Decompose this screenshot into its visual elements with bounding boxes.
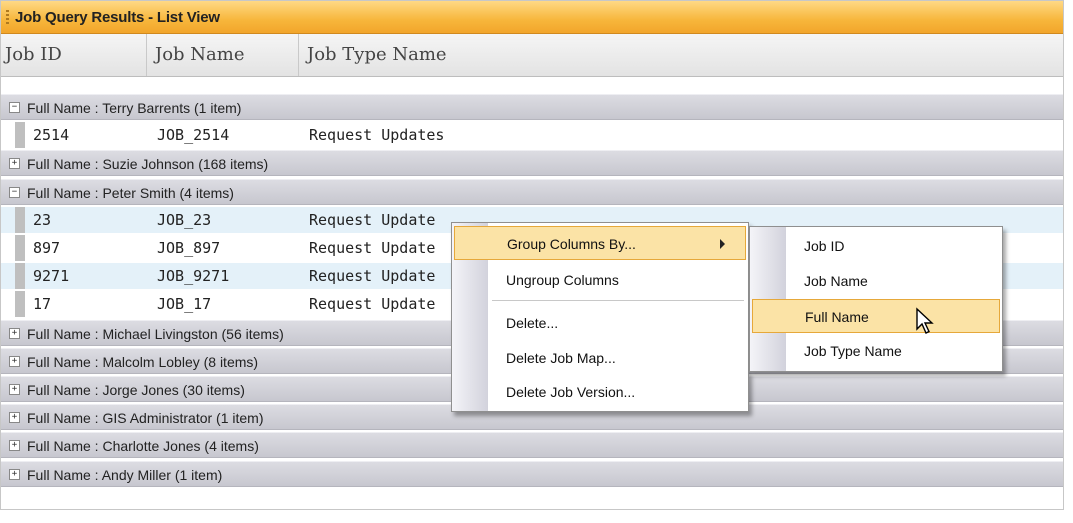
column-header-job-name[interactable]: Job Name <box>147 34 299 76</box>
expand-icon[interactable]: + <box>9 412 20 424</box>
submenu-item-job-name[interactable]: Job Name <box>752 264 1000 298</box>
job-type-cell: Request Update <box>309 239 436 257</box>
job-id-cell: 2514 <box>33 126 70 145</box>
menu-item-delete[interactable]: Delete... <box>454 306 746 340</box>
group-row[interactable]: − Full Name : Peter Smith (4 items) <box>1 178 1063 205</box>
submenu-item-label: Job Type Name <box>804 343 902 359</box>
collapse-icon[interactable]: − <box>9 102 20 113</box>
group-label: Full Name : Peter Smith (4 items) <box>27 184 234 201</box>
menu-item-ungroup-columns[interactable]: Ungroup Columns <box>454 263 746 297</box>
job-type-cell: Request Updates <box>309 126 445 145</box>
menu-item-label: Delete Job Version... <box>506 384 636 400</box>
job-id-cell: 17 <box>33 295 52 314</box>
row-indent-bar <box>15 291 25 318</box>
job-type-cell: Request Update <box>309 295 436 314</box>
group-row[interactable]: + Full Name : Suzie Johnson (168 items) <box>1 150 1063 177</box>
collapse-icon[interactable]: − <box>9 186 20 198</box>
window-title: Job Query Results - List View <box>15 9 220 26</box>
expand-icon[interactable]: + <box>9 355 20 367</box>
submenu-item-job-type-name[interactable]: Job Type Name <box>752 334 1000 368</box>
menu-separator <box>492 300 744 301</box>
job-name-cell: JOB_9271 <box>157 267 230 286</box>
column-header-row: Job ID Job Name Job Type Name <box>1 34 1063 77</box>
column-header-job-id[interactable]: Job ID <box>1 34 147 76</box>
group-row[interactable]: + Full Name : Charlotte Jones (4 items) <box>1 432 1063 459</box>
group-row[interactable]: + Full Name : Andy Miller (1 item) <box>1 460 1063 487</box>
mouse-pointer-icon <box>916 307 934 334</box>
grip-handle-icon[interactable] <box>6 10 9 26</box>
expand-icon[interactable]: + <box>9 327 20 339</box>
expand-icon[interactable]: + <box>9 440 20 452</box>
job-id-cell: 9271 <box>33 267 70 286</box>
group-by-submenu: Job ID Job Name Full Name Job Type Name <box>749 226 1003 372</box>
group-label: Full Name : Malcolm Lobley (8 items) <box>27 353 259 370</box>
submenu-arrow-icon <box>720 239 725 249</box>
submenu-item-job-id[interactable]: Job ID <box>752 229 1000 263</box>
row-indent-bar <box>15 206 25 233</box>
expand-icon[interactable]: + <box>9 384 20 395</box>
submenu-item-label: Job Name <box>804 273 868 289</box>
menu-item-label: Delete... <box>506 315 559 331</box>
submenu-item-label: Job ID <box>804 238 845 254</box>
group-row[interactable]: − Full Name : Terry Barrents (1 item) <box>1 94 1063 120</box>
menu-item-label: Ungroup Columns <box>506 272 619 288</box>
job-type-cell: Request Update <box>309 210 436 229</box>
group-label: Full Name : Andy Miller (1 item) <box>27 466 223 483</box>
row-indent-bar <box>15 235 25 261</box>
column-header-job-type-name[interactable]: Job Type Name <box>299 34 1063 76</box>
job-name-cell: JOB_23 <box>157 210 212 229</box>
group-label: Full Name : Michael Livingston (56 items… <box>27 325 284 342</box>
menu-item-delete-job-version[interactable]: Delete Job Version... <box>454 375 746 409</box>
group-label: Full Name : GIS Administrator (1 item) <box>27 410 264 427</box>
submenu-item-label: Full Name <box>805 309 869 325</box>
group-label: Full Name : Suzie Johnson (168 items) <box>27 156 269 173</box>
row-indent-bar <box>15 122 25 149</box>
submenu-item-full-name[interactable]: Full Name <box>752 299 1000 333</box>
job-type-cell: Request Update <box>309 267 436 286</box>
group-label: Full Name : Jorge Jones (30 items) <box>27 382 245 398</box>
job-id-cell: 23 <box>33 210 52 229</box>
table-row[interactable]: 2514 JOB_2514 Request Updates <box>1 122 1063 149</box>
menu-item-label: Delete Job Map... <box>506 350 616 366</box>
group-label: Full Name : Terry Barrents (1 item) <box>27 100 242 116</box>
job-name-cell: JOB_2514 <box>157 126 230 145</box>
group-label: Full Name : Charlotte Jones (4 items) <box>27 438 259 455</box>
menu-item-delete-job-map[interactable]: Delete Job Map... <box>454 341 746 375</box>
job-name-cell: JOB_897 <box>157 239 221 257</box>
menu-item-label: Group Columns By... <box>507 236 636 252</box>
row-indent-bar <box>15 263 25 290</box>
expand-icon[interactable]: + <box>9 468 20 480</box>
job-name-cell: JOB_17 <box>157 295 212 314</box>
job-id-cell: 897 <box>33 239 61 257</box>
title-bar: Job Query Results - List View <box>1 1 1063 34</box>
expand-icon[interactable]: + <box>9 158 20 170</box>
context-menu: Group Columns By... Ungroup Columns Dele… <box>451 222 749 412</box>
menu-item-group-columns-by[interactable]: Group Columns By... <box>454 226 746 260</box>
